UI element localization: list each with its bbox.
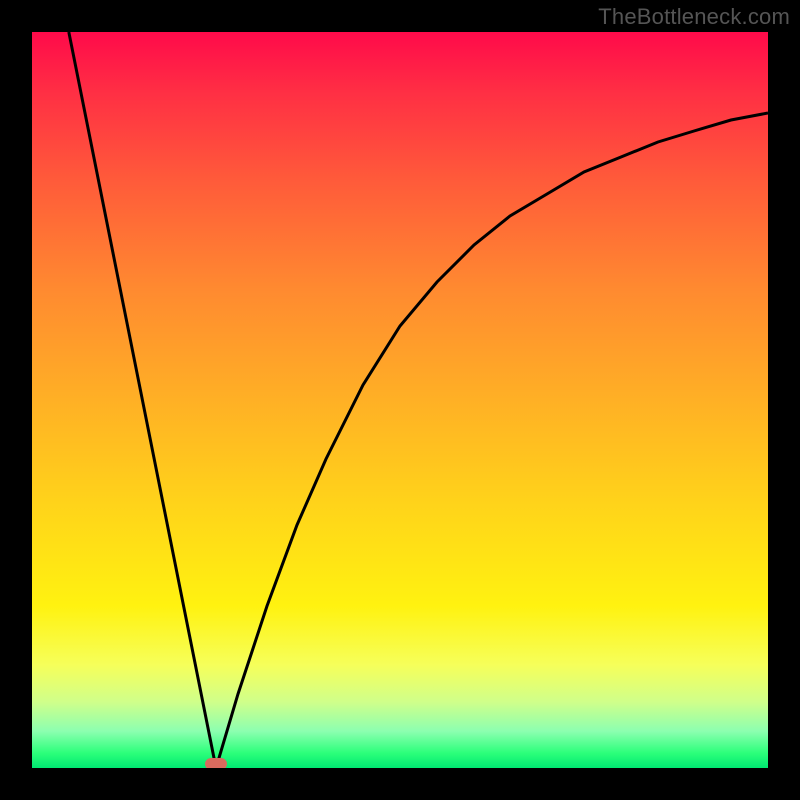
curve-left-branch [69, 32, 216, 768]
watermark-text: TheBottleneck.com [598, 4, 790, 30]
plot-area [32, 32, 768, 768]
chart-frame: TheBottleneck.com [0, 0, 800, 800]
bottleneck-curve [32, 32, 768, 768]
curve-right-branch [216, 113, 768, 768]
minimum-marker [205, 758, 227, 768]
